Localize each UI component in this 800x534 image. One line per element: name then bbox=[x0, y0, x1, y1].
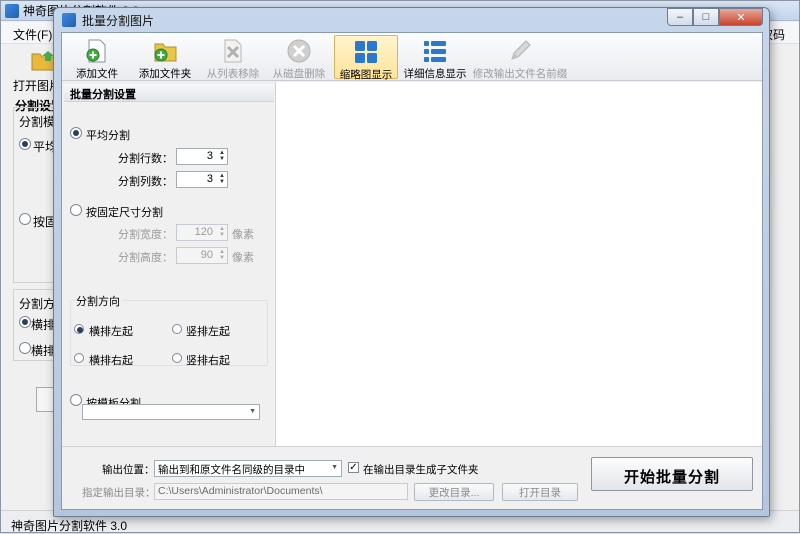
height-label: 分割高度： bbox=[118, 252, 173, 264]
cols-value: 3 bbox=[206, 173, 213, 185]
avg-split-radio[interactable] bbox=[70, 127, 82, 139]
edit-prefix-button[interactable]: 修改输出文件名前缀 bbox=[472, 35, 568, 80]
maximize-button[interactable]: □ bbox=[693, 8, 719, 26]
spinner-arrows-icon[interactable]: ▲ ▼ bbox=[219, 226, 225, 238]
fixed-split-label: 按固定尺寸分割 bbox=[86, 207, 163, 219]
output-dir-field[interactable]: C:\Users\Administrator\Documents\ bbox=[154, 483, 408, 500]
width-spinner[interactable]: 120 ▲ ▼ bbox=[176, 224, 228, 241]
spinner-arrows-icon[interactable]: ▲ ▼ bbox=[219, 150, 225, 162]
dialog-title: 批量分割图片 bbox=[82, 13, 155, 28]
minimize-button[interactable]: – bbox=[667, 8, 693, 26]
output-location-select[interactable]: 输出到和原文件名同级的目录中 ▼ bbox=[154, 460, 342, 477]
open-dir-button[interactable]: 打开目录 bbox=[502, 483, 578, 501]
height-value: 90 bbox=[200, 249, 213, 261]
dir-h-left-radio[interactable] bbox=[74, 324, 84, 334]
output-location-value: 输出到和原文件名同级的目录中 bbox=[158, 464, 305, 476]
cols-spinner[interactable]: 3 ▲ ▼ bbox=[176, 171, 228, 188]
spinner-arrows-icon[interactable]: ▲ ▼ bbox=[219, 249, 225, 261]
template-select[interactable]: ▼ bbox=[82, 404, 260, 420]
rows-label: 分割行数： bbox=[118, 153, 173, 165]
detail-view-icon bbox=[424, 41, 446, 62]
remove-from-list-button[interactable]: 从列表移除 bbox=[202, 35, 264, 80]
main-h-right-radio[interactable] bbox=[19, 342, 31, 354]
height-unit: 像素 bbox=[232, 252, 254, 264]
width-unit: 像素 bbox=[232, 229, 254, 241]
output-settings-bar: 输出位置： 输出到和原文件名同级的目录中 ▼ ✓ 在输出目录生成子文件夹 指定输… bbox=[62, 446, 762, 509]
remove-from-list-label: 从列表移除 bbox=[206, 68, 260, 80]
spinner-arrows-icon[interactable]: ▲ ▼ bbox=[219, 173, 225, 185]
rows-value: 3 bbox=[206, 150, 213, 162]
subfolder-checkbox[interactable]: ✓ bbox=[348, 462, 359, 473]
add-file-button[interactable]: 添加文件 bbox=[66, 35, 128, 80]
delete-from-disk-label: 从磁盘删除 bbox=[272, 68, 326, 80]
delete-from-disk-button[interactable]: 从磁盘删除 bbox=[268, 35, 330, 80]
dir-v-left-radio[interactable] bbox=[172, 324, 182, 334]
cols-label: 分割列数： bbox=[118, 176, 173, 188]
start-batch-split-button[interactable]: 开始批量分割 bbox=[591, 457, 753, 491]
width-value: 120 bbox=[194, 226, 213, 238]
detail-view-label: 详细信息显示 bbox=[403, 68, 467, 80]
status-text: 神奇图片分割软件 3.0 bbox=[11, 519, 128, 533]
change-dir-button[interactable]: 更改目录... bbox=[414, 483, 494, 501]
chevron-down-icon[interactable]: ▼ bbox=[331, 464, 338, 471]
dialog-client: 添加文件 添加文件夹 从列表移除 从磁盘删除 缩略图显示 详细信息显示 修改输出… bbox=[61, 32, 763, 510]
add-folder-icon bbox=[154, 43, 177, 62]
dir-v-right-label: 竖排右起 bbox=[186, 355, 230, 367]
dialog-titlebar[interactable]: 批量分割图片 bbox=[54, 8, 769, 32]
window-controls: – □ ✕ bbox=[667, 8, 763, 26]
close-button[interactable]: ✕ bbox=[719, 8, 763, 26]
height-spinner[interactable]: 90 ▲ ▼ bbox=[176, 247, 228, 264]
template-split-radio[interactable] bbox=[70, 394, 82, 406]
remove-from-list-icon bbox=[224, 39, 242, 63]
app-icon bbox=[5, 3, 19, 18]
output-dir-value: C:\Users\Administrator\Documents\ bbox=[158, 485, 323, 497]
detail-view-button[interactable]: 详细信息显示 bbox=[402, 35, 468, 80]
edit-prefix-icon bbox=[511, 40, 531, 60]
batch-settings-header: 批量分割设置 bbox=[64, 84, 274, 102]
add-file-icon bbox=[86, 39, 106, 63]
thumbnail-view-icon bbox=[355, 41, 377, 63]
batch-split-dialog: 批量分割图片 – □ ✕ 添加文件 添加文件夹 从列表移除 从磁盘删除 缩略图显… bbox=[53, 7, 770, 517]
dialog-app-icon bbox=[62, 13, 76, 27]
main-fixed-radio[interactable] bbox=[19, 213, 31, 225]
subfolder-label: 在输出目录生成子文件夹 bbox=[363, 464, 479, 476]
dir-v-left-label: 竖排左起 bbox=[186, 326, 230, 338]
add-folder-label: 添加文件夹 bbox=[138, 68, 192, 80]
dir-h-left-label: 横排左起 bbox=[89, 326, 133, 338]
fixed-split-radio[interactable] bbox=[70, 204, 82, 216]
thumbnail-view-button[interactable]: 缩略图显示 bbox=[334, 35, 398, 81]
split-mode-group bbox=[13, 107, 57, 283]
dir-v-right-radio[interactable] bbox=[172, 353, 182, 363]
chevron-down-icon[interactable]: ▼ bbox=[249, 408, 256, 415]
split-direction-label: 分割方向 bbox=[74, 293, 122, 309]
dir-h-right-radio[interactable] bbox=[74, 353, 84, 363]
rows-spinner[interactable]: 3 ▲ ▼ bbox=[176, 148, 228, 165]
batch-settings-panel: 批量分割设置 平均分割 分割行数： 3 ▲ ▼ 分割列数： 3 ▲ ▼ 按固定尺寸分… bbox=[62, 82, 276, 446]
width-label: 分割宽度： bbox=[118, 229, 173, 241]
output-location-label: 输出位置： bbox=[102, 464, 155, 476]
dir-h-right-label: 横排右起 bbox=[89, 355, 133, 367]
add-folder-button[interactable]: 添加文件夹 bbox=[132, 35, 198, 80]
menu-file[interactable]: 文件(F) bbox=[13, 26, 52, 43]
image-list-area[interactable] bbox=[276, 82, 762, 446]
avg-split-label: 平均分割 bbox=[86, 130, 130, 142]
delete-from-disk-icon bbox=[287, 39, 311, 63]
main-avg-radio[interactable] bbox=[19, 138, 31, 150]
main-h-left-radio[interactable] bbox=[19, 316, 31, 328]
output-dir-label: 指定输出目录： bbox=[82, 487, 156, 499]
edit-prefix-label: 修改输出文件名前缀 bbox=[472, 68, 568, 80]
add-file-label: 添加文件 bbox=[76, 68, 118, 80]
thumbnail-view-label: 缩略图显示 bbox=[339, 69, 393, 81]
toolbar: 添加文件 添加文件夹 从列表移除 从磁盘删除 缩略图显示 详细信息显示 修改输出… bbox=[62, 33, 762, 81]
